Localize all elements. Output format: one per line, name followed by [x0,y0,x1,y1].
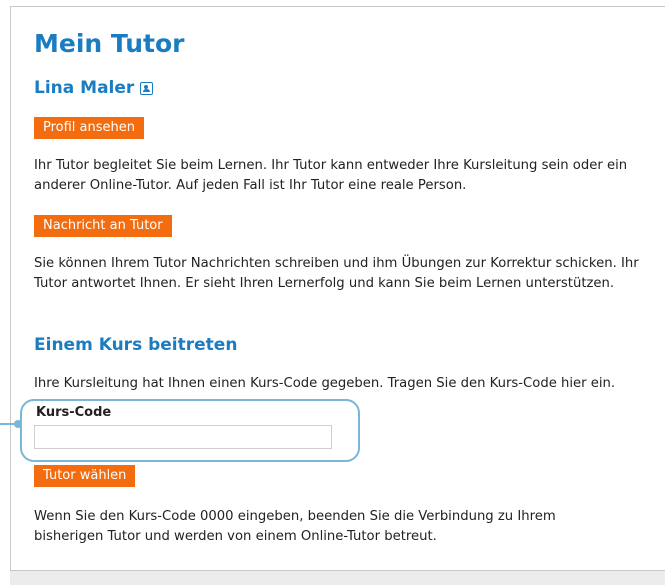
choose-tutor-button[interactable]: Tutor wählen [34,465,136,487]
highlight-marker-dot [14,420,22,428]
course-code-input[interactable] [34,425,332,449]
page-title: Mein Tutor [34,29,185,58]
reset-code-hint: Wenn Sie den Kurs-Code 0000 eingeben, be… [34,509,556,544]
tutor-messaging-text: Sie können Ihrem Tutor Nachrichten schre… [34,256,639,291]
tutor-name-heading: Lina Maler [34,77,154,99]
contact-card-icon[interactable] [140,81,154,95]
course-code-hint: Ihre Kursleitung hat Ihnen einen Kurs-Co… [34,376,616,391]
view-profile-button[interactable]: Profil ansehen [34,117,145,139]
join-course-heading: Einem Kurs beitreten [34,335,238,355]
tutor-intro-text: Ihr Tutor begleitet Sie beim Lernen. Ihr… [34,158,628,193]
course-code-label: Kurs-Code [36,405,112,420]
tutor-name: Lina Maler [34,78,135,98]
message-tutor-button[interactable]: Nachricht an Tutor [34,215,172,237]
